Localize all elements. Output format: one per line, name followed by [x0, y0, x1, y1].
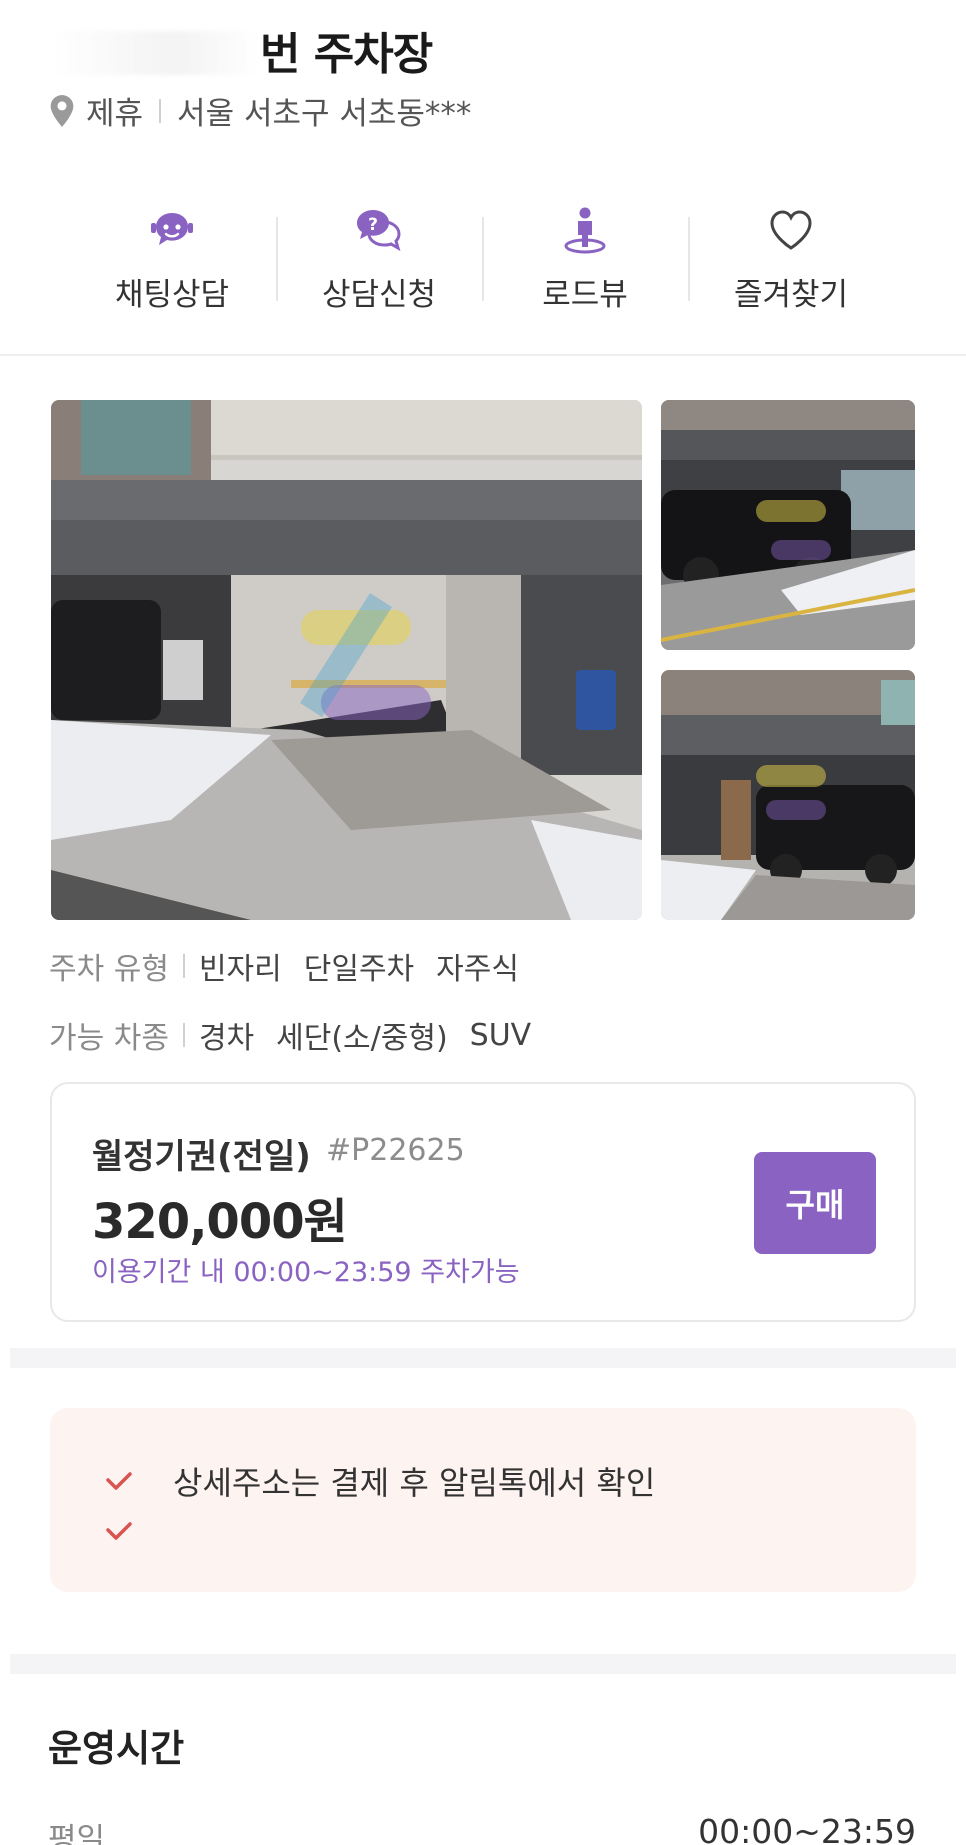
action-label: 채팅상담 — [114, 277, 230, 313]
attr-divider — [182, 1023, 185, 1047]
action-bar: 채팅상담 ? 상담신청 로드뷰 즐겨찾기 — [0, 205, 966, 315]
vehicle-type-value: SUV — [469, 1017, 532, 1053]
operating-hours-title: 운영시간 — [48, 1727, 185, 1770]
page-title-text: 번 주차장 — [260, 29, 433, 80]
page-title: 번 주차장 — [50, 18, 433, 82]
location-pin-icon — [50, 94, 74, 127]
title-obscured-text — [50, 31, 260, 75]
ticket-name: 월정기권(전일) — [92, 1137, 311, 1177]
parked-suv-image — [661, 400, 915, 650]
heart-icon — [770, 210, 812, 250]
ticket-usage-note: 이용기간 내 00:00~23:59 주차가능 — [92, 1257, 520, 1288]
section-divider — [10, 1654, 956, 1674]
consult-request-button[interactable]: ? 상담신청 — [276, 205, 482, 315]
roadview-person-icon — [564, 207, 606, 254]
location-divider — [159, 98, 162, 123]
parked-suv-photo[interactable] — [661, 400, 915, 650]
notice-box: 상세주소는 결제 후 알림톡에서 확인 — [50, 1408, 916, 1592]
question-bubble-icon: ? — [357, 210, 401, 252]
notice-item: 상세주소는 결제 후 알림톡에서 확인 — [105, 1458, 655, 1504]
parking-type-value: 자주식 — [436, 952, 519, 987]
vehicle-type-value: 세단(소/중형) — [276, 1021, 448, 1056]
address-text: 서울 서초구 서초동*** — [177, 96, 472, 132]
check-icon — [106, 1522, 132, 1540]
parking-type-label: 주차 유형 — [49, 952, 169, 987]
chat-agent-icon — [151, 213, 193, 245]
building-corner-image — [661, 670, 915, 920]
parking-entrance-image — [51, 400, 642, 920]
vehicle-type-value: 경차 — [198, 1021, 255, 1056]
parking-type-value: 빈자리 — [198, 952, 282, 987]
action-label: 즐겨찾기 — [733, 277, 849, 313]
ticket-price: 320,000원 — [92, 1194, 348, 1250]
ticket-card: 월정기권(전일) #P22625 320,000원 이용기간 내 00:00~2… — [50, 1082, 916, 1322]
header-divider — [0, 354, 966, 356]
parking-lot-header: 번 주차장 제휴 서울 서초구 서초동*** 채팅상담 ? 상담신청 로드뷰 즐… — [0, 0, 966, 356]
action-label: 로드뷰 — [542, 277, 628, 313]
parking-type-value: 단일주차 — [303, 952, 415, 987]
chat-consult-button[interactable]: 채팅상담 — [69, 205, 275, 315]
notice-item — [105, 1520, 173, 1542]
vehicle-type-label: 가능 차종 — [49, 1021, 169, 1056]
ticket-code: #P22625 — [326, 1133, 465, 1168]
attr-divider — [182, 954, 185, 978]
favorite-button[interactable]: 즐겨찾기 — [688, 205, 894, 315]
roadview-button[interactable]: 로드뷰 — [482, 205, 688, 315]
partner-tag: 제휴 — [86, 96, 144, 132]
weekday-label: 평일 — [48, 1822, 106, 1845]
building-corner-photo[interactable] — [661, 670, 915, 920]
notice-text: 상세주소는 결제 후 알림톡에서 확인 — [173, 1464, 656, 1502]
section-divider — [10, 1348, 956, 1368]
parking-type-row: 주차 유형 빈자리 단일주차 자주식 — [49, 944, 541, 988]
vehicle-type-row: 가능 차종 경차 세단(소/중형) SUV — [49, 1013, 553, 1057]
location-row: 제휴 서울 서초구 서초동*** — [48, 88, 471, 133]
weekday-hours: 00:00~23:59 — [698, 1812, 916, 1845]
check-icon — [106, 1472, 132, 1490]
buy-button[interactable]: 구매 — [754, 1152, 876, 1254]
parking-entrance-photo[interactable] — [51, 400, 642, 920]
action-label: 상담신청 — [321, 277, 437, 313]
svg-text:?: ? — [368, 215, 378, 235]
